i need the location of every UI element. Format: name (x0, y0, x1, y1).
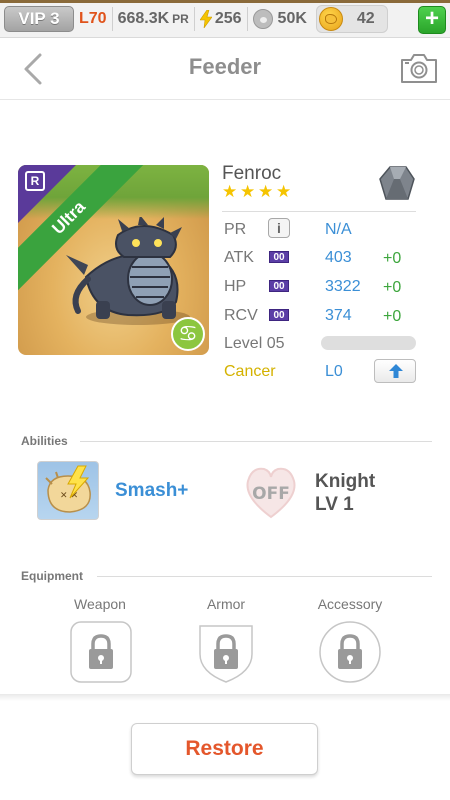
restore-button[interactable]: Restore (131, 723, 318, 775)
player-level-label: L70 (79, 9, 107, 27)
smash-icon: ✕ ✕ (45, 465, 91, 513)
level-label: Level 05 (224, 335, 285, 352)
passive-ability-icon[interactable]: OFF (240, 461, 302, 523)
equipment-header: Equipment (21, 569, 83, 583)
divider (97, 576, 432, 577)
stat-enhance-badge: 00 (269, 280, 289, 292)
smash-ability-icon[interactable]: ✕ ✕ (37, 461, 99, 520)
page-title: Feeder (188, 54, 262, 79)
star-icon: ★ (276, 182, 292, 201)
stat-value-hp: 3322 (325, 278, 361, 295)
camera-icon[interactable] (400, 52, 438, 84)
stat-bonus-atk: +0 (383, 250, 402, 267)
armor-slot[interactable] (194, 620, 258, 684)
stat-label-rcv: RCV (224, 307, 258, 324)
star-icon: ★ (258, 182, 274, 201)
zodiac-sign-level: L0 (325, 363, 343, 380)
title-bar: Feeder (0, 38, 450, 100)
active-ability-name[interactable]: Smash+ (115, 480, 188, 502)
stat-bonus-rcv: +0 (383, 308, 402, 325)
stat-label-hp: HP (224, 278, 247, 295)
rarity-letter-badge: R (25, 171, 45, 191)
food: 50K (248, 0, 312, 38)
star-rating: ★ ★ ★ ★ (222, 182, 292, 201)
upgrade-sign-button[interactable] (374, 359, 416, 383)
monster-portrait[interactable]: Ultra R ♋ (18, 165, 209, 355)
passive-ability: Knight LV 1 (315, 470, 375, 516)
footer-divider (0, 694, 450, 701)
info-icon[interactable]: i (268, 218, 290, 238)
arrow-up-icon (389, 364, 403, 378)
heart-off-icon: OFF (246, 467, 296, 519)
divider (80, 441, 432, 442)
vip-badge[interactable]: VIP 3 (4, 5, 74, 32)
food-value: 50K (277, 9, 307, 27)
cancer-zodiac-icon: ♋ (171, 317, 205, 351)
divider (222, 211, 416, 212)
stat-label-pr: PR (224, 221, 247, 238)
weapon-slot[interactable] (69, 620, 133, 684)
paw-icon (252, 8, 273, 29)
stat-enhance-badge: 00 (269, 309, 289, 321)
zodiac-sign-label: Cancer (224, 363, 276, 380)
off-label: OFF (252, 484, 290, 504)
stat-label-atk: ATK (224, 249, 254, 266)
fenroc-creature-image (66, 217, 190, 325)
armor-label: Armor (206, 596, 246, 612)
power-value: 668.3K (117, 9, 170, 27)
energy: 256 (195, 0, 247, 38)
element-stone-icon (379, 166, 415, 200)
power-unit: PR (172, 11, 189, 26)
lightning-icon (199, 9, 212, 28)
weapon-label: Weapon (74, 596, 126, 612)
stat-enhance-badge: 00 (269, 251, 289, 263)
accessory-slot[interactable] (318, 620, 382, 684)
level-progress-bar (321, 336, 416, 350)
status-bar: VIP 3 L70 668.3K PR 256 50K 42 + (0, 0, 450, 38)
power-rating: 668.3K PR (113, 0, 194, 38)
stat-value-rcv: 374 (325, 307, 352, 324)
stat-value-pr: N/A (325, 221, 352, 238)
gold: 42 (315, 4, 388, 33)
player-level: L70 (74, 0, 112, 38)
energy-value: 256 (214, 9, 242, 27)
abilities-header: Abilities (21, 434, 68, 448)
gold-value: 42 (356, 9, 375, 27)
stat-value-atk: 403 (325, 249, 352, 266)
passive-ability-name: Knight (315, 471, 376, 492)
accessory-label: Accessory (317, 596, 383, 612)
stat-bonus-hp: +0 (383, 279, 402, 296)
add-currency-button[interactable]: + (418, 6, 446, 34)
star-icon: ★ (240, 182, 256, 201)
passive-ability-level: LV 1 (315, 494, 354, 515)
coin-icon (318, 6, 343, 31)
star-icon: ★ (222, 182, 238, 201)
